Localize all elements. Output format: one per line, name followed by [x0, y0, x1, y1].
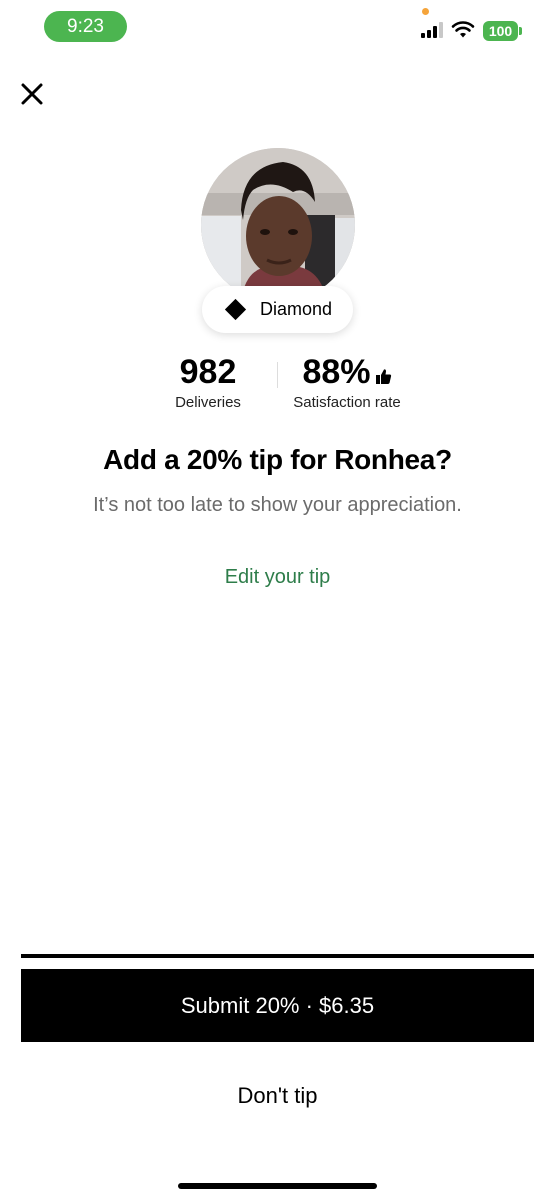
wifi-icon [451, 21, 475, 38]
satisfaction-value-row: 88% [282, 352, 412, 392]
tip-prompt-subline: It’s not too late to show your appreciat… [93, 494, 462, 516]
signal-icon [421, 22, 443, 38]
tier-badge: Diamond [202, 286, 353, 333]
battery-level: 100 [488, 23, 513, 39]
deliveries-stat: 982 Deliveries [158, 352, 258, 411]
satisfaction-label: Satisfaction rate [293, 394, 401, 411]
courier-avatar [201, 148, 355, 302]
tier-label: Diamond [260, 299, 333, 319]
deliveries-count: 982 [179, 353, 237, 391]
close-icon[interactable] [16, 78, 48, 110]
thumbs-up-icon [375, 369, 391, 384]
submit-tip-button[interactable]: Submit 20% · $6.35 [21, 969, 534, 1042]
status-time: 9:23 [44, 11, 127, 42]
footer-divider [21, 954, 534, 958]
diamond-icon [224, 298, 247, 321]
satisfaction-rate: 88% [302, 353, 371, 391]
deliveries-label: Deliveries [175, 394, 241, 411]
stats-divider [277, 362, 278, 388]
privacy-indicator-dot [422, 8, 429, 15]
status-bar: 9:23 100 [0, 0, 555, 56]
dont-tip-button[interactable]: Don't tip [0, 1083, 555, 1109]
battery-icon: 100 [483, 21, 522, 41]
satisfaction-stat: 88% Satisfaction rate [282, 352, 412, 411]
home-indicator[interactable] [178, 1183, 377, 1189]
tip-prompt-headline: Add a 20% tip for Ronhea? [103, 444, 452, 475]
edit-tip-link[interactable]: Edit your tip [0, 566, 555, 589]
